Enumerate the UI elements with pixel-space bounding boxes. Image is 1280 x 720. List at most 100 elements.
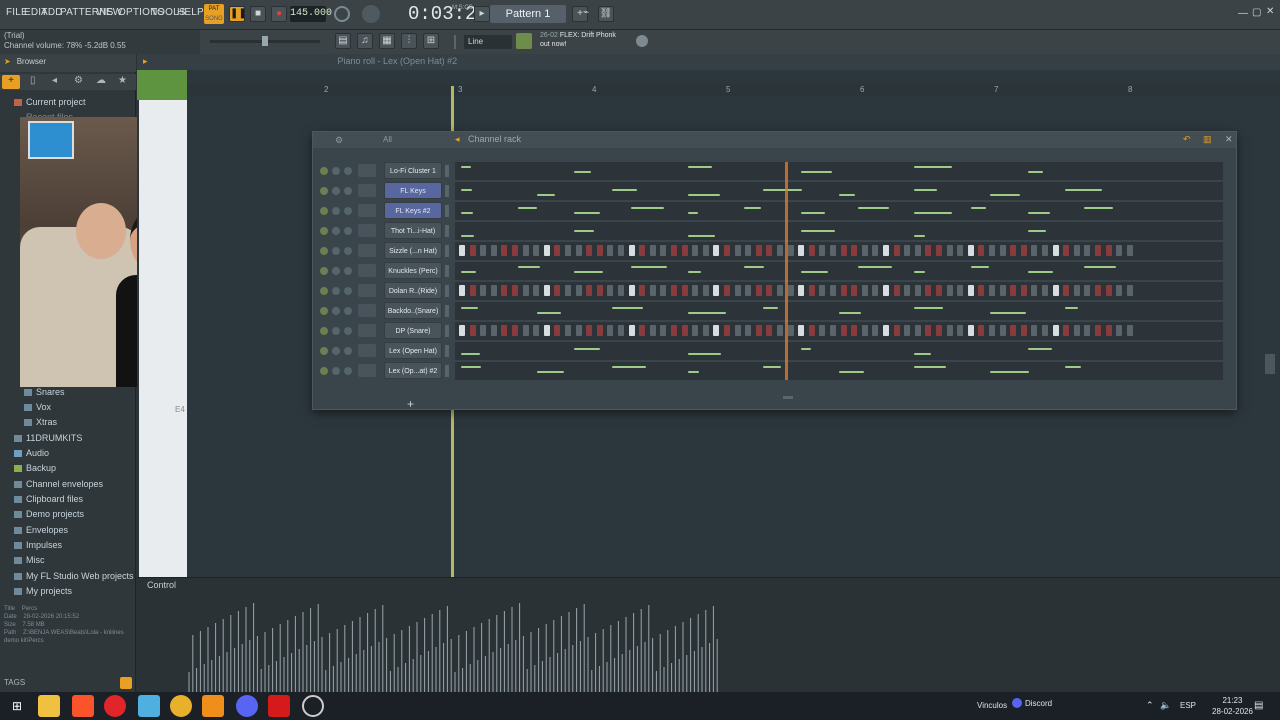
channel-select-indicator[interactable] bbox=[445, 205, 449, 217]
step-button[interactable] bbox=[639, 245, 646, 256]
step-button[interactable] bbox=[596, 285, 603, 296]
browser-add-icon[interactable]: + bbox=[2, 75, 20, 89]
step-button[interactable] bbox=[565, 245, 571, 256]
browser-cloud-icon[interactable]: ☁ bbox=[96, 75, 106, 86]
step-button[interactable] bbox=[702, 325, 709, 336]
channel-select-indicator[interactable] bbox=[445, 365, 449, 377]
step-button[interactable] bbox=[840, 285, 847, 296]
step-button[interactable] bbox=[745, 245, 752, 256]
step-button[interactable] bbox=[480, 285, 487, 296]
channel-select-indicator[interactable] bbox=[445, 305, 449, 317]
step-button[interactable] bbox=[1126, 325, 1133, 336]
step-button[interactable] bbox=[999, 285, 1006, 296]
step-button[interactable] bbox=[575, 325, 582, 336]
channel-led-icon[interactable] bbox=[320, 287, 328, 295]
step-button[interactable] bbox=[618, 245, 624, 256]
channel-select-indicator[interactable] bbox=[445, 345, 449, 357]
step-button[interactable] bbox=[501, 325, 508, 336]
step-button[interactable] bbox=[660, 285, 667, 296]
clock[interactable]: 21:23 28-02-2026 bbox=[1212, 695, 1253, 717]
wave-icon[interactable]: ⌁ bbox=[578, 6, 594, 22]
step-button[interactable] bbox=[936, 245, 942, 256]
channel-volume-knob[interactable] bbox=[344, 307, 352, 315]
rack-back-icon[interactable]: ↶ bbox=[1183, 134, 1191, 145]
step-button[interactable] bbox=[713, 245, 720, 256]
channel-led-icon[interactable] bbox=[320, 187, 328, 195]
rack-gear-icon[interactable]: ⚙ bbox=[335, 135, 343, 146]
step-button[interactable] bbox=[840, 245, 847, 256]
step-button[interactable] bbox=[692, 245, 699, 256]
step-button[interactable] bbox=[469, 285, 476, 296]
step-button[interactable] bbox=[1105, 245, 1112, 256]
step-button[interactable] bbox=[989, 245, 995, 256]
step-button[interactable] bbox=[734, 245, 741, 256]
step-button[interactable] bbox=[872, 325, 879, 336]
channel-mixer-track[interactable] bbox=[358, 164, 376, 177]
browser-item-backup[interactable]: Backup bbox=[14, 463, 56, 473]
step-button[interactable] bbox=[872, 245, 879, 256]
step-button[interactable] bbox=[702, 285, 709, 296]
step-button[interactable] bbox=[575, 285, 582, 296]
channel-pan-knob[interactable] bbox=[332, 207, 340, 215]
step-button[interactable] bbox=[480, 325, 487, 336]
discord-app-icon[interactable] bbox=[236, 695, 258, 717]
step-button[interactable] bbox=[554, 285, 561, 296]
channel-led-icon[interactable] bbox=[320, 247, 328, 255]
step-button[interactable] bbox=[586, 285, 593, 296]
step-button[interactable] bbox=[533, 245, 540, 256]
news-refresh-icon[interactable] bbox=[636, 35, 648, 47]
step-button[interactable] bbox=[1105, 285, 1112, 296]
step-button[interactable] bbox=[787, 245, 794, 256]
step-button[interactable] bbox=[607, 285, 614, 296]
step-button[interactable] bbox=[766, 245, 773, 256]
step-button[interactable] bbox=[681, 325, 688, 336]
step-button[interactable] bbox=[851, 285, 858, 296]
piano-roll-icon[interactable]: ♫ bbox=[357, 33, 373, 49]
step-button[interactable] bbox=[777, 245, 783, 256]
browser-item-demo-projects[interactable]: Demo projects bbox=[14, 509, 84, 519]
channel-lane[interactable] bbox=[455, 362, 1223, 380]
recorder-icon[interactable] bbox=[268, 695, 290, 717]
step-button[interactable] bbox=[692, 285, 699, 296]
step-button[interactable] bbox=[957, 245, 964, 256]
channel-lane[interactable] bbox=[455, 322, 1223, 340]
channel-volume-knob[interactable] bbox=[344, 367, 352, 375]
master-pitch-knob[interactable] bbox=[362, 5, 380, 23]
browser-item-audio[interactable]: Audio bbox=[14, 448, 49, 458]
step-button[interactable] bbox=[777, 325, 783, 336]
step-button[interactable] bbox=[798, 285, 805, 296]
step-button[interactable] bbox=[787, 285, 794, 296]
browser-item-misc[interactable]: Misc bbox=[14, 555, 45, 565]
step-button[interactable] bbox=[808, 325, 815, 336]
rack-filter[interactable]: All bbox=[383, 135, 392, 144]
step-button[interactable] bbox=[989, 285, 995, 296]
brave-icon[interactable] bbox=[72, 695, 94, 717]
channel-volume-knob[interactable] bbox=[344, 187, 352, 195]
channel-volume-knob[interactable] bbox=[344, 247, 352, 255]
step-button[interactable] bbox=[766, 325, 773, 336]
channel-mixer-track[interactable] bbox=[358, 264, 376, 277]
step-button[interactable] bbox=[1031, 285, 1038, 296]
step-button[interactable] bbox=[755, 325, 762, 336]
playlist-icon[interactable]: ▤ bbox=[335, 33, 351, 49]
step-button[interactable] bbox=[777, 285, 783, 296]
channel-mixer-track[interactable] bbox=[358, 184, 376, 197]
browser-file-icon[interactable]: ▯ bbox=[30, 75, 36, 86]
step-button[interactable] bbox=[618, 325, 624, 336]
channel-select-indicator[interactable] bbox=[445, 165, 449, 177]
browser-gear-icon[interactable]: ⚙ bbox=[74, 75, 83, 86]
step-button[interactable] bbox=[1095, 285, 1101, 296]
browser-back-icon[interactable]: ◂ bbox=[52, 75, 57, 86]
browser-arrow-icon[interactable]: ➤ bbox=[4, 57, 11, 66]
step-button[interactable] bbox=[607, 325, 614, 336]
step-button[interactable] bbox=[946, 245, 953, 256]
step-button[interactable] bbox=[830, 285, 836, 296]
step-button[interactable] bbox=[1010, 285, 1017, 296]
channel-pan-knob[interactable] bbox=[332, 187, 340, 195]
step-button[interactable] bbox=[596, 245, 603, 256]
menu-help[interactable]: HELP bbox=[177, 7, 204, 18]
pat-song-toggle[interactable]: PAT SONG bbox=[204, 4, 224, 24]
channel-pan-knob[interactable] bbox=[332, 267, 340, 275]
step-button[interactable] bbox=[904, 325, 911, 336]
browser-item-impulses[interactable]: Impulses bbox=[14, 540, 62, 550]
